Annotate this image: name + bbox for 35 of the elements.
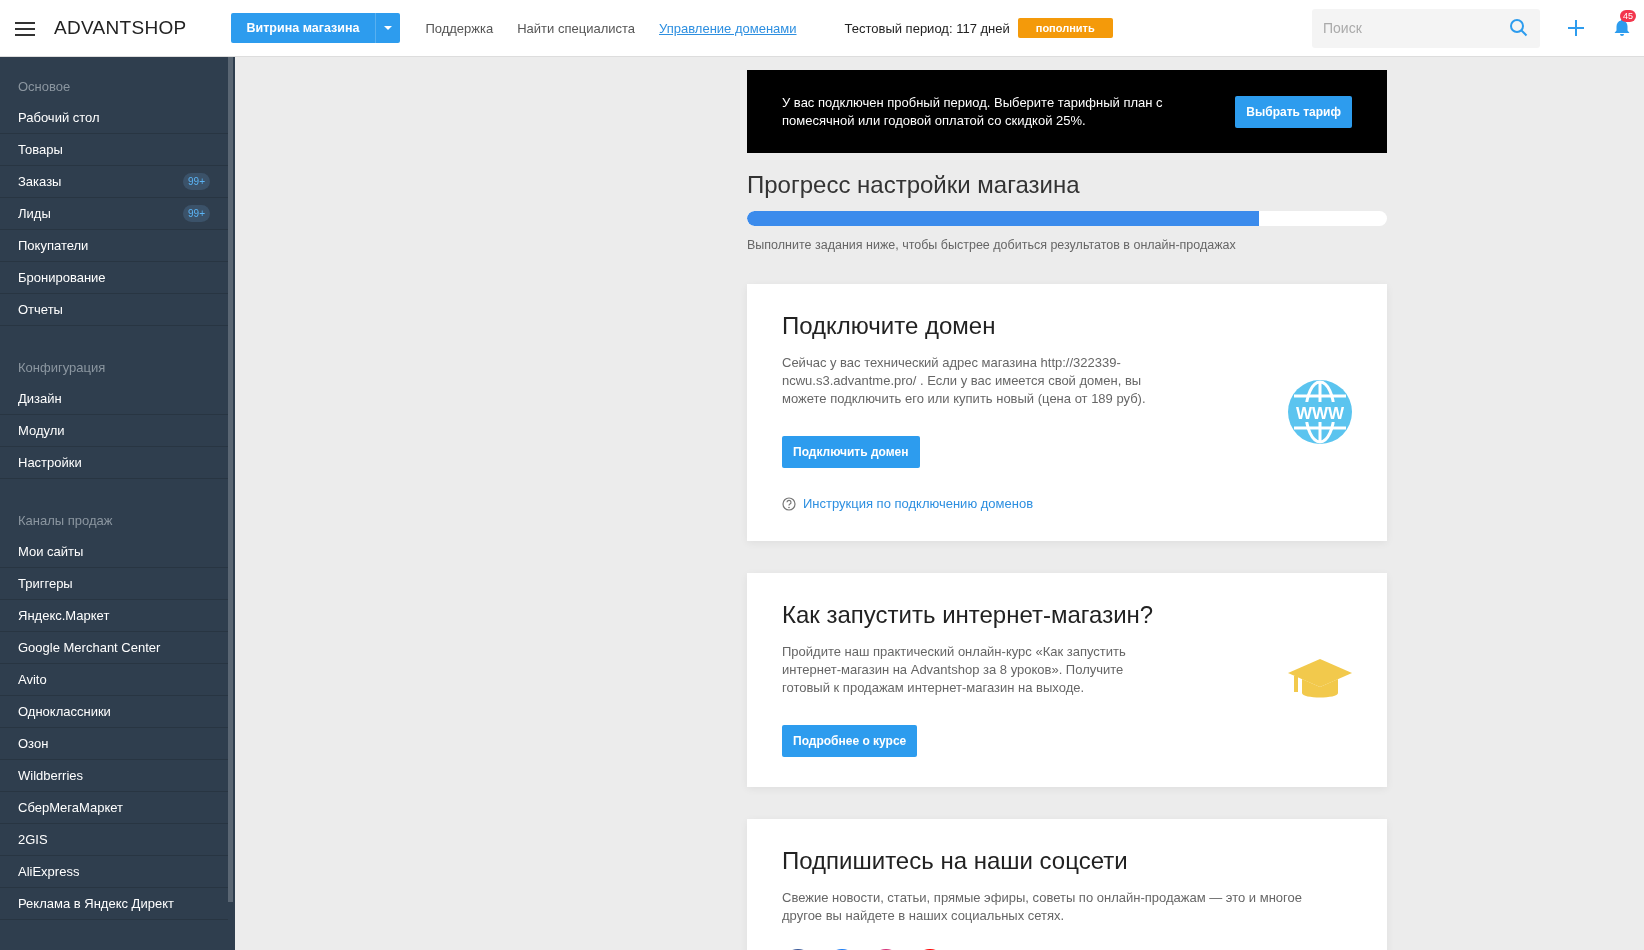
search-field[interactable]: Поиск — [1312, 8, 1540, 48]
section-heading: Каналы продаж — [17, 512, 114, 530]
sidebar-item[interactable]: Заказы 99+ — [0, 166, 228, 198]
graduation-cap-icon — [1288, 659, 1352, 699]
section-heading: Основое — [17, 78, 72, 96]
menu-icon[interactable] — [15, 19, 35, 37]
card-title: Как запустить интернет-магазин? — [782, 601, 1154, 629]
sidebar-item[interactable]: Лиды 99+ — [0, 198, 228, 230]
nav-link[interactable]: Найти специалиста — [517, 20, 636, 36]
card-text: Сейчас у вас технический адрес магазина http://322339-ncwu.s3.advantme.pro/ . Если у вас имеется свой домен, вы можете подключить его или купить новый (цена от 189 руб). — [782, 354, 1147, 408]
card-text: Свежие новости, статьи, прямые эфиры, советы по онлайн-продажам — это и многое другое вы найдете в наших социальных сетях. — [782, 889, 1303, 925]
globe-icon: WWW — [1288, 379, 1352, 444]
section-heading: Конфигурация — [17, 359, 107, 377]
count-badge: 99+ — [183, 173, 210, 190]
nav-link[interactable]: Управление доменами — [659, 20, 797, 36]
search-icon[interactable] — [1510, 18, 1528, 37]
instructions-link[interactable]: Инструкция по подключению доменов — [803, 496, 1034, 511]
logo[interactable]: ADVANTSHOP — [54, 17, 187, 39]
nav-link[interactable]: Поддержка — [425, 20, 494, 36]
card-title: Подпишитесь на наши соцсети — [782, 847, 1128, 875]
notification-count: 45 — [1620, 10, 1636, 22]
trial-period-text: Тестовый период: 117 дней — [844, 20, 1010, 36]
bell-icon[interactable] — [1614, 19, 1630, 37]
progress-hint: Выполните задания ниже, чтобы быстрее добиться результатов в онлайн-продажах — [747, 238, 1237, 252]
help-icon — [782, 496, 796, 511]
card-title: Подключите домен — [782, 312, 996, 340]
dropdown-toggle[interactable] — [375, 13, 401, 43]
sidebar-item[interactable]: Реклама в Яндекс Директ — [0, 888, 228, 920]
card-text: Пройдите наш практический онлайн-курс «Как запустить интернет-магазин на Advantshop за 8 уроков». Получите готовый к продажам интернет-магазин на выходе. — [782, 643, 1127, 697]
banner-text: У вас подключен пробный период. Выберите тарифный план с помесячной или годовой оплатой со скидкой 25%. — [782, 93, 1164, 130]
plus-icon[interactable] — [1568, 20, 1584, 36]
scrollbar[interactable] — [228, 57, 233, 902]
section-title: Прогресс настройки магазина — [747, 171, 1081, 199]
caret-icon[interactable] — [384, 26, 393, 30]
count-badge: 99+ — [183, 205, 210, 222]
